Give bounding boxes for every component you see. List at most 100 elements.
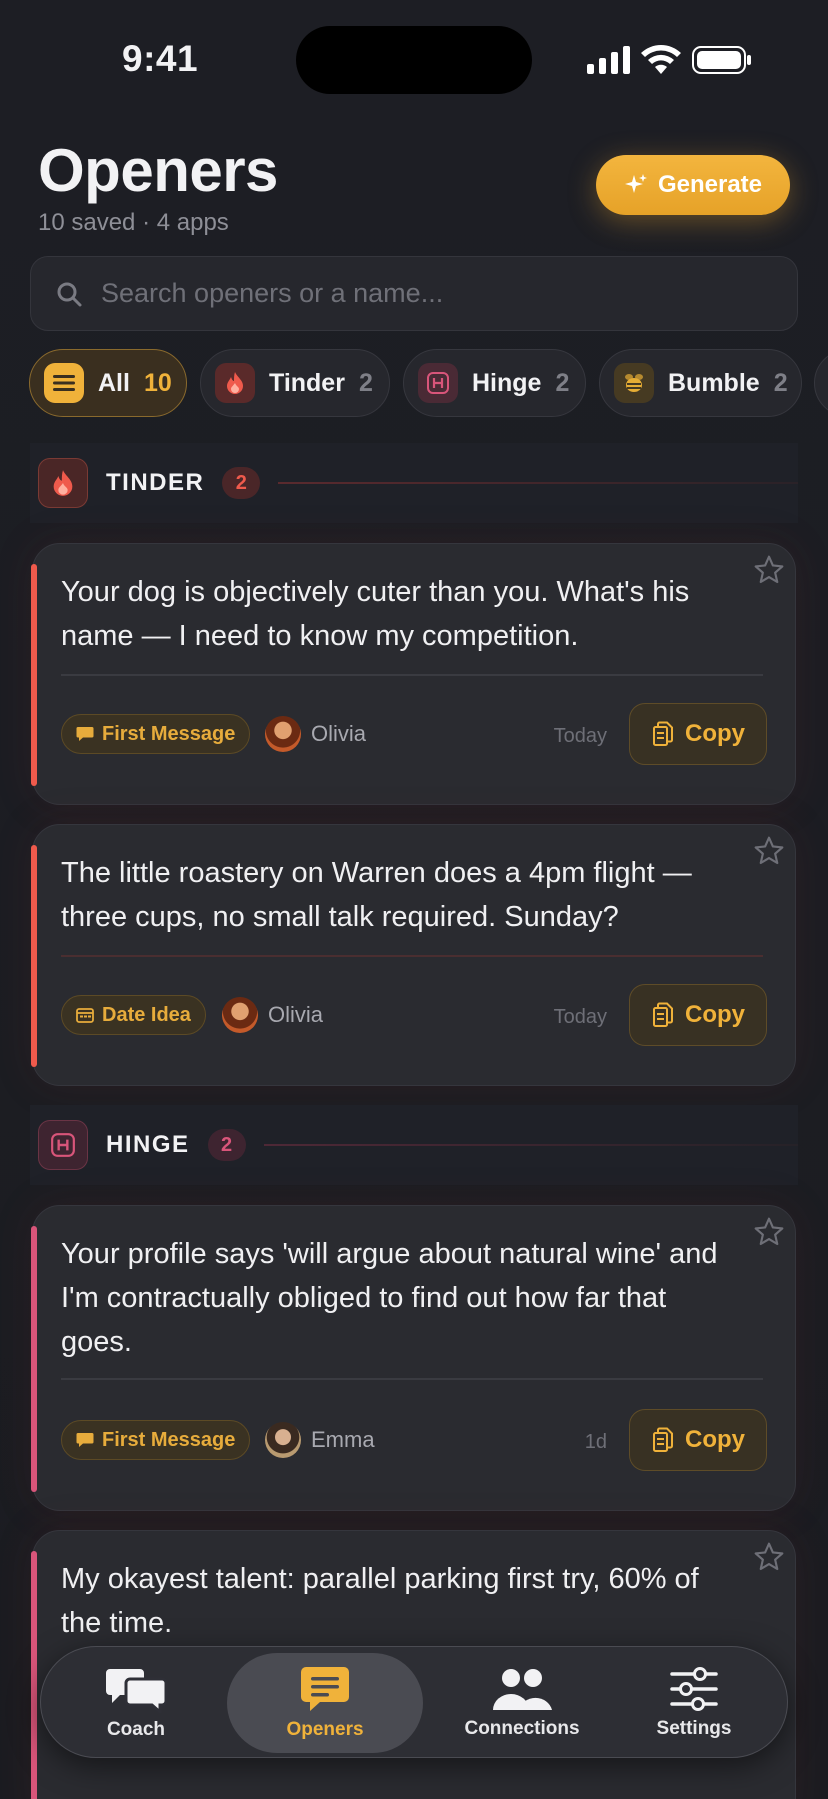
- timestamp: Today: [553, 1006, 607, 1028]
- opener-card[interactable]: Your dog is objectively cuter than you. …: [31, 543, 796, 805]
- dynamic-island: [296, 26, 532, 94]
- opener-text: Your dog is objectively cuter than you. …: [61, 576, 690, 652]
- search-placeholder: Search openers or a name...: [101, 278, 444, 308]
- cellular-signal-icon: [587, 46, 630, 74]
- section-title: HINGE: [106, 1131, 190, 1158]
- filter-chip-more[interactable]: [814, 349, 828, 417]
- card-accent-bar: [31, 564, 37, 786]
- filter-chips: All 10 Tinder 2 Hinge 2 Bumble 2: [29, 349, 828, 419]
- contact: Olivia: [222, 997, 323, 1033]
- section-header-hinge: HINGE 2: [30, 1105, 798, 1185]
- filter-chip-count: 2: [358, 368, 373, 397]
- flame-icon: [215, 363, 255, 403]
- card-divider: [61, 1378, 763, 1380]
- openers-screen: 9:41 Openers 10 saved · 4 apps Generate: [0, 0, 828, 1799]
- copy-label: Copy: [685, 1001, 745, 1028]
- tag-first-message: First Message: [61, 1420, 251, 1460]
- tab-label: Coach: [106, 1719, 166, 1740]
- tab-connections[interactable]: Connections: [437, 1647, 607, 1759]
- hinge-icon: [418, 363, 458, 403]
- section-count-badge: 2: [222, 467, 261, 499]
- copy-button[interactable]: Copy: [629, 703, 767, 765]
- tag-date-idea: Date Idea: [61, 995, 206, 1035]
- filter-chip-bumble[interactable]: Bumble 2: [599, 349, 802, 417]
- copy-label: Copy: [685, 720, 745, 747]
- tag-label: Date Idea: [102, 1003, 191, 1026]
- copy-icon: [653, 1427, 673, 1452]
- contact: Emma: [265, 1422, 375, 1458]
- contact-name: Olivia: [268, 1002, 324, 1027]
- bee-icon: [614, 363, 654, 403]
- timestamp: 1d: [584, 1431, 607, 1453]
- filter-chip-tinder[interactable]: Tinder 2: [200, 349, 390, 417]
- copy-button[interactable]: Copy: [629, 984, 767, 1046]
- people-icon: [493, 1669, 552, 1710]
- hinge-icon: [38, 1120, 88, 1170]
- status-time: 9:41: [122, 38, 199, 79]
- copy-label: Copy: [685, 1426, 745, 1453]
- section-header-tinder: TINDER 2: [30, 443, 798, 523]
- avatar: [265, 716, 301, 752]
- card-accent-bar: [31, 1551, 37, 1799]
- star-icon[interactable]: [753, 1541, 785, 1573]
- section-divider: [278, 482, 798, 484]
- tab-openers[interactable]: Openers: [227, 1653, 423, 1753]
- tab-bar: Coach Openers Connections Settings: [40, 1646, 788, 1758]
- opener-text: The little roastery on Warren does a 4pm…: [61, 857, 692, 933]
- copy-icon: [653, 721, 673, 746]
- flame-icon: [38, 458, 88, 508]
- tag-label: First Message: [102, 1428, 236, 1451]
- card-divider: [61, 955, 763, 957]
- filter-chip-all[interactable]: All 10: [29, 349, 187, 417]
- sparkle-icon: [624, 174, 647, 193]
- search-icon: [57, 282, 82, 306]
- section-divider: [263, 1144, 798, 1146]
- avatar: [265, 1422, 301, 1458]
- tab-settings[interactable]: Settings: [629, 1647, 759, 1759]
- opener-card[interactable]: Your profile says 'will argue about natu…: [31, 1205, 796, 1511]
- generate-button[interactable]: Generate: [596, 155, 790, 215]
- filter-chip-hinge[interactable]: Hinge 2: [403, 349, 586, 417]
- tab-coach[interactable]: Coach: [71, 1647, 201, 1759]
- page-subtitle: 10 saved · 4 apps: [38, 209, 229, 236]
- tab-label: Settings: [656, 1718, 732, 1739]
- star-icon[interactable]: [753, 554, 785, 586]
- opener-text: My okayest talent: parallel parking firs…: [61, 1563, 699, 1639]
- section-count-badge: 2: [207, 1129, 246, 1161]
- contact-name: Emma: [311, 1427, 375, 1452]
- avatar: [222, 997, 258, 1033]
- generate-label: Generate: [657, 171, 763, 198]
- opener-card[interactable]: The little roastery on Warren does a 4pm…: [31, 824, 796, 1086]
- filter-chip-count: 2: [555, 368, 570, 397]
- filter-chip-label: Bumble: [668, 368, 760, 397]
- filter-chip-count: 2: [773, 368, 788, 397]
- copy-button[interactable]: Copy: [629, 1409, 767, 1471]
- search-field[interactable]: Search openers or a name...: [30, 256, 798, 331]
- star-icon[interactable]: [753, 1216, 785, 1248]
- card-accent-bar: [31, 1226, 37, 1492]
- star-icon[interactable]: [753, 835, 785, 867]
- message-icon: [301, 1667, 349, 1711]
- contact-name: Olivia: [311, 721, 367, 746]
- section-title: TINDER: [106, 469, 205, 496]
- sliders-icon: [670, 1667, 718, 1711]
- filter-chip-count: 10: [143, 368, 172, 397]
- list-icon: [44, 363, 84, 403]
- battery-icon: [692, 46, 751, 74]
- calendar-icon: [76, 1008, 94, 1023]
- filter-chip-label: Tinder: [269, 368, 345, 397]
- timestamp: Today: [553, 725, 607, 747]
- copy-icon: [653, 1002, 673, 1027]
- filter-chip-label: All: [98, 368, 130, 397]
- wifi-icon: [641, 45, 681, 74]
- tab-label: Openers: [286, 1719, 364, 1740]
- status-bar: 9:41: [0, 0, 828, 110]
- card-divider: [61, 674, 763, 676]
- filter-chip-label: Hinge: [472, 368, 542, 397]
- tab-label: Connections: [464, 1718, 580, 1739]
- opener-text: Your profile says 'will argue about natu…: [61, 1238, 718, 1358]
- chat-bubble-icon: [76, 1433, 94, 1447]
- page-title: Openers: [38, 137, 278, 204]
- card-accent-bar: [31, 845, 37, 1067]
- chat-bubbles-icon: [106, 1669, 168, 1713]
